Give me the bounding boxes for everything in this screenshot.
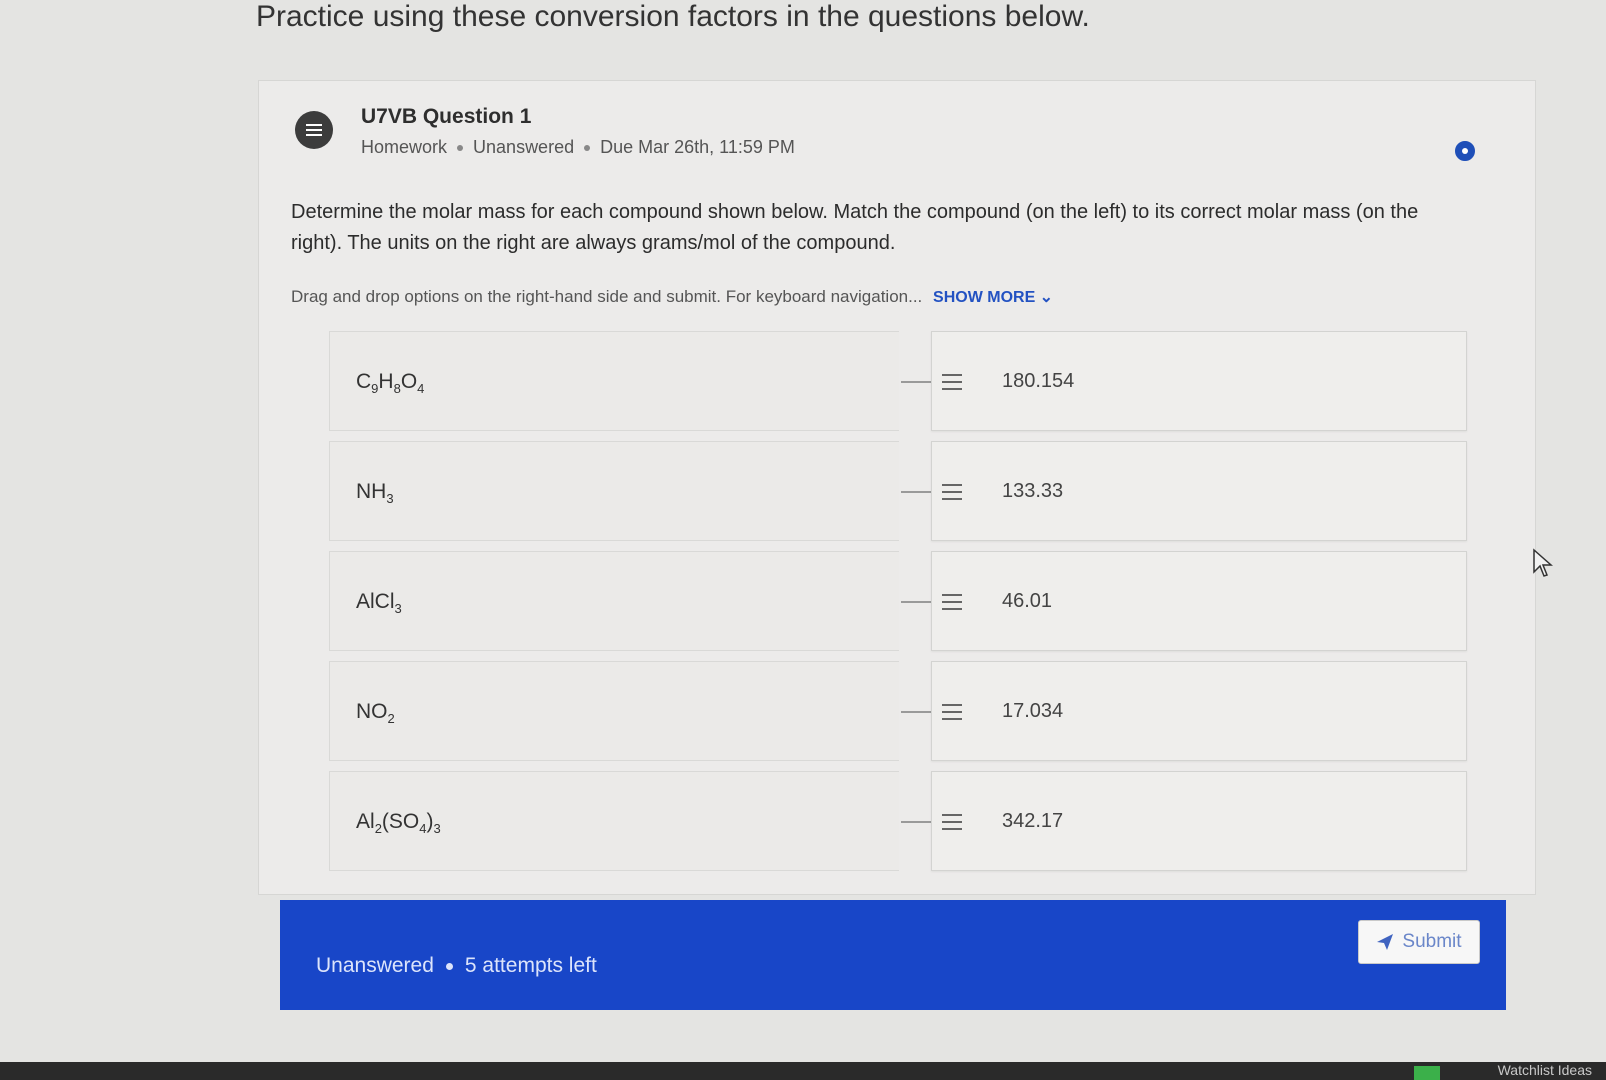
submit-button[interactable]: Submit — [1358, 920, 1480, 964]
drag-drop-instructions: Drag and drop options on the right-hand … — [291, 287, 1191, 307]
submit-button-label: Submit — [1402, 931, 1462, 952]
compound-cell: NH3 — [329, 441, 899, 541]
question-type-label: Homework — [361, 137, 448, 157]
drag-handle-icon[interactable] — [942, 704, 962, 720]
draggable-mass-option[interactable]: 133.33 — [931, 441, 1467, 541]
question-status-label: Unanswered — [473, 137, 575, 157]
page-intro-text: Practice using these conversion factors … — [256, 0, 1090, 33]
matching-list: C9H8O4 180.154 NH3 133.33 AlCl3 46.01 NO… — [329, 331, 1469, 881]
question-card: U7VB Question 1 Homework Unanswered Due … — [258, 80, 1536, 895]
attempts-left-label: 5 attempts left — [464, 954, 597, 977]
mouse-cursor-icon — [1533, 548, 1553, 577]
question-meta: Homework Unanswered Due Mar 26th, 11:59 … — [361, 137, 795, 158]
draggable-mass-option[interactable]: 180.154 — [931, 331, 1467, 431]
submission-footer: Unanswered 5 attempts left Submit — [280, 900, 1506, 1010]
match-row: AlCl3 46.01 — [329, 551, 1469, 659]
meta-separator-dot — [584, 144, 591, 151]
taskbar-app-icon[interactable] — [1414, 1066, 1440, 1080]
question-type-icon — [295, 111, 333, 149]
drag-handle-icon[interactable] — [942, 814, 962, 830]
question-title: U7VB Question 1 — [361, 105, 532, 128]
match-row: Al2(SO4)3 342.17 — [329, 771, 1469, 879]
match-connector — [901, 711, 931, 713]
compound-formula: Al2(SO4)3 — [356, 810, 441, 837]
compound-cell: Al2(SO4)3 — [329, 771, 899, 871]
compound-formula: NO2 — [356, 700, 395, 727]
match-row: C9H8O4 180.154 — [329, 331, 1469, 439]
mass-value: 46.01 — [1002, 590, 1053, 612]
question-status-indicator-icon — [1455, 141, 1475, 161]
match-connector — [901, 601, 931, 603]
drag-handle-icon[interactable] — [942, 374, 962, 390]
footer-separator-dot — [445, 962, 453, 970]
match-connector — [901, 821, 931, 823]
meta-separator-dot — [457, 144, 464, 151]
draggable-mass-option[interactable]: 46.01 — [931, 551, 1467, 651]
match-connector — [901, 491, 931, 493]
show-more-link[interactable]: SHOW MORE ⌄ — [933, 289, 1053, 306]
match-connector — [901, 381, 931, 383]
drag-handle-icon[interactable] — [942, 484, 962, 500]
drag-handle-icon[interactable] — [942, 594, 962, 610]
compound-formula: NH3 — [356, 480, 394, 507]
match-row: NH3 133.33 — [329, 441, 1469, 549]
instructions-text: Drag and drop options on the right-hand … — [291, 287, 923, 306]
question-prompt: Determine the molar mass for each compou… — [291, 201, 1419, 254]
compound-formula: AlCl3 — [356, 590, 402, 617]
mass-value: 133.33 — [1002, 480, 1064, 502]
draggable-mass-option[interactable]: 17.034 — [931, 661, 1467, 761]
send-icon — [1377, 934, 1394, 950]
draggable-mass-option[interactable]: 342.17 — [931, 771, 1467, 871]
footer-status: Unanswered 5 attempts left — [316, 954, 597, 978]
compound-cell: C9H8O4 — [329, 331, 899, 431]
footer-status-label: Unanswered — [316, 954, 434, 977]
compound-cell: AlCl3 — [329, 551, 899, 651]
match-row: NO2 17.034 — [329, 661, 1469, 769]
show-more-label: SHOW MORE — [933, 289, 1036, 306]
taskbar-label[interactable]: Watchlist Ideas — [1498, 1062, 1592, 1078]
mass-value: 342.17 — [1002, 810, 1064, 832]
mass-value: 180.154 — [1002, 370, 1075, 392]
taskbar: Watchlist Ideas — [0, 1062, 1606, 1080]
compound-formula: C9H8O4 — [356, 370, 425, 397]
mass-value: 17.034 — [1002, 700, 1064, 722]
question-due-label: Due Mar 26th, 11:59 PM — [600, 137, 795, 157]
compound-cell: NO2 — [329, 661, 899, 761]
